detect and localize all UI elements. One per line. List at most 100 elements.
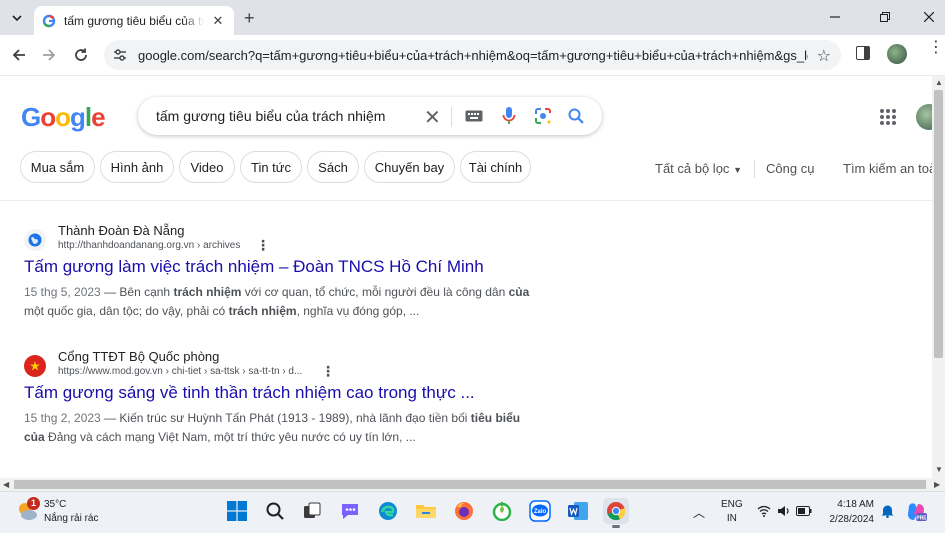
file-explorer-button[interactable] — [413, 498, 439, 524]
task-view-button[interactable] — [299, 498, 325, 524]
more-options-icon[interactable]: ⋮ — [256, 237, 270, 254]
browser-toolbar: google.com/search?q=tấm+gương+tiêu+biểu+… — [0, 35, 945, 76]
horizontal-scrollbar[interactable]: ◀ ▶ — [0, 478, 945, 491]
word-icon — [568, 502, 588, 520]
speaker-icon[interactable] — [776, 503, 792, 519]
vietnam-flag-icon — [24, 355, 46, 377]
scroll-down-arrow-icon[interactable]: ▼ — [935, 465, 943, 474]
google-apps-icon[interactable] — [880, 109, 896, 125]
tools-button[interactable]: Công cụ — [766, 161, 814, 176]
firefox-app-button[interactable] — [451, 498, 477, 524]
chip-flights[interactable]: Chuyến bay — [364, 151, 455, 183]
weather-description: Nắng rải rác — [44, 513, 99, 524]
profile-avatar[interactable] — [887, 44, 907, 64]
forward-button[interactable] — [38, 44, 60, 66]
chip-finance[interactable]: Tài chính — [460, 151, 531, 183]
active-app-indicator — [612, 525, 620, 528]
chip-images[interactable]: Hình ảnh — [100, 151, 174, 183]
copilot-icon: PRE — [908, 503, 927, 521]
vertical-scroll-thumb[interactable] — [934, 90, 943, 358]
new-tab-button[interactable]: + — [244, 8, 255, 29]
tab-search-button[interactable] — [6, 7, 28, 29]
lens-icon[interactable] — [533, 106, 553, 126]
notification-badge: 1 — [27, 497, 40, 510]
browser-tab[interactable]: tấm gương tiêu biểu của trách nhiệm - Tì… — [34, 6, 234, 35]
window-close-button[interactable] — [914, 6, 944, 28]
clear-icon[interactable]: ✕ — [424, 105, 441, 130]
google-logo[interactable]: Google — [21, 102, 106, 133]
taskbar-search-button[interactable] — [262, 498, 288, 524]
result-title-link[interactable]: Tấm gương sáng về tinh thần trách nhiệm … — [24, 383, 475, 403]
tab-title: tấm gương tiêu biểu của trách nhiệm - Tì… — [64, 13, 204, 28]
scroll-left-arrow-icon[interactable]: ◀ — [3, 480, 9, 489]
reload-button[interactable] — [70, 44, 92, 66]
vertical-scrollbar[interactable]: ▲ ▼ — [932, 76, 945, 478]
chat-app-button[interactable] — [337, 498, 363, 524]
wifi-icon[interactable] — [756, 503, 772, 519]
result-title-link[interactable]: Tấm gương làm việc trách nhiệm – Đoàn TN… — [24, 257, 484, 277]
folder-icon — [416, 505, 436, 518]
clock-date: 2/28/2024 — [829, 514, 875, 525]
divider — [754, 160, 755, 178]
search-box[interactable]: tấm gương tiêu biểu của trách nhiệm ✕ — [138, 97, 602, 135]
input-language-indicator[interactable]: ENG IN — [721, 498, 743, 526]
microphone-icon[interactable] — [499, 106, 519, 126]
all-filters-label: Tất cả bộ lọc — [655, 161, 730, 176]
side-panel-icon[interactable] — [856, 46, 870, 60]
chip-books[interactable]: Sách — [307, 151, 359, 183]
svg-text:PRE: PRE — [916, 515, 927, 521]
edge-app-button[interactable] — [375, 498, 401, 524]
search-icon[interactable] — [566, 106, 586, 126]
result-site-name[interactable]: Cổng TTĐT Bộ Quốc phòng — [58, 349, 219, 364]
close-icon[interactable]: ✕ — [210, 13, 226, 29]
restore-button[interactable] — [870, 6, 900, 28]
arrow-left-icon — [12, 49, 25, 61]
minimize-button[interactable] — [820, 6, 850, 28]
address-bar[interactable]: google.com/search?q=tấm+gương+tiêu+biểu+… — [104, 40, 841, 70]
bookmark-star-icon[interactable]: ☆ — [817, 46, 831, 66]
chrome-app-button[interactable] — [603, 498, 629, 528]
keyboard-icon[interactable] — [464, 106, 484, 126]
windows-taskbar: 1 35°C Nắng rải rác Zalo ︿ ENG IN 4:18 A… — [0, 491, 945, 533]
chip-news[interactable]: Tin tức — [240, 151, 302, 183]
safe-search-button[interactable]: Tìm kiếm an toàn — [843, 161, 943, 176]
snippet-keyword: trách nhiệm — [173, 285, 242, 299]
scroll-up-arrow-icon[interactable]: ▲ — [935, 78, 943, 87]
edge-icon — [379, 502, 397, 520]
snippet-fragment: , nghĩa vụ đóng góp, ... — [296, 304, 420, 318]
horizontal-scroll-thumb[interactable] — [14, 480, 926, 489]
weather-temperature: 35°C — [44, 499, 67, 510]
clock-time: 4:18 AM — [837, 499, 874, 510]
system-clock[interactable]: 4:18 AM 2/28/2024 — [822, 497, 875, 527]
svg-text:Zalo: Zalo — [534, 509, 547, 515]
result-url[interactable]: http://thanhdoandanang.org.vn › archives — [58, 240, 240, 251]
battery-icon[interactable] — [796, 503, 812, 519]
firefox-icon — [455, 502, 473, 520]
google-favicon-icon — [42, 14, 56, 28]
all-filters-button[interactable]: Tất cả bộ lọc ▼ — [655, 161, 742, 176]
more-options-icon[interactable]: ⋮ — [321, 363, 335, 380]
zalo-app-button[interactable]: Zalo — [527, 498, 553, 524]
word-app-button[interactable] — [565, 498, 591, 524]
search-input[interactable]: tấm gương tiêu biểu của trách nhiệm — [156, 108, 385, 124]
result-url[interactable]: https://www.mod.gov.vn › chi-tiet › sa-t… — [58, 366, 302, 377]
chip-video[interactable]: Video — [179, 151, 235, 183]
snippet-fragment: với cơ quan, tổ chức, mỗi người đều là c… — [241, 285, 509, 299]
coccoc-app-button[interactable] — [489, 498, 515, 524]
chat-icon — [342, 504, 358, 519]
zalo-icon: Zalo — [529, 500, 551, 522]
snippet-keyword: của — [508, 285, 530, 299]
coccoc-icon — [492, 502, 512, 521]
notification-bell-icon[interactable] — [879, 503, 895, 519]
copilot-app-button[interactable]: PRE — [904, 500, 928, 524]
chip-shopping[interactable]: Mua sắm — [20, 151, 95, 183]
input-method-label: IN — [726, 513, 737, 524]
back-button[interactable] — [8, 44, 30, 66]
result-site-name[interactable]: Thành Đoàn Đà Nẵng — [58, 223, 184, 238]
result-date: 15 thg 5, 2023 — [24, 285, 101, 299]
tray-overflow-chevron-icon[interactable]: ︿ — [693, 504, 705, 521]
site-info-icon[interactable] — [112, 47, 128, 63]
scroll-right-arrow-icon[interactable]: ▶ — [934, 480, 940, 489]
start-button[interactable] — [224, 498, 250, 524]
more-menu-icon[interactable]: ⋮ — [928, 40, 944, 56]
